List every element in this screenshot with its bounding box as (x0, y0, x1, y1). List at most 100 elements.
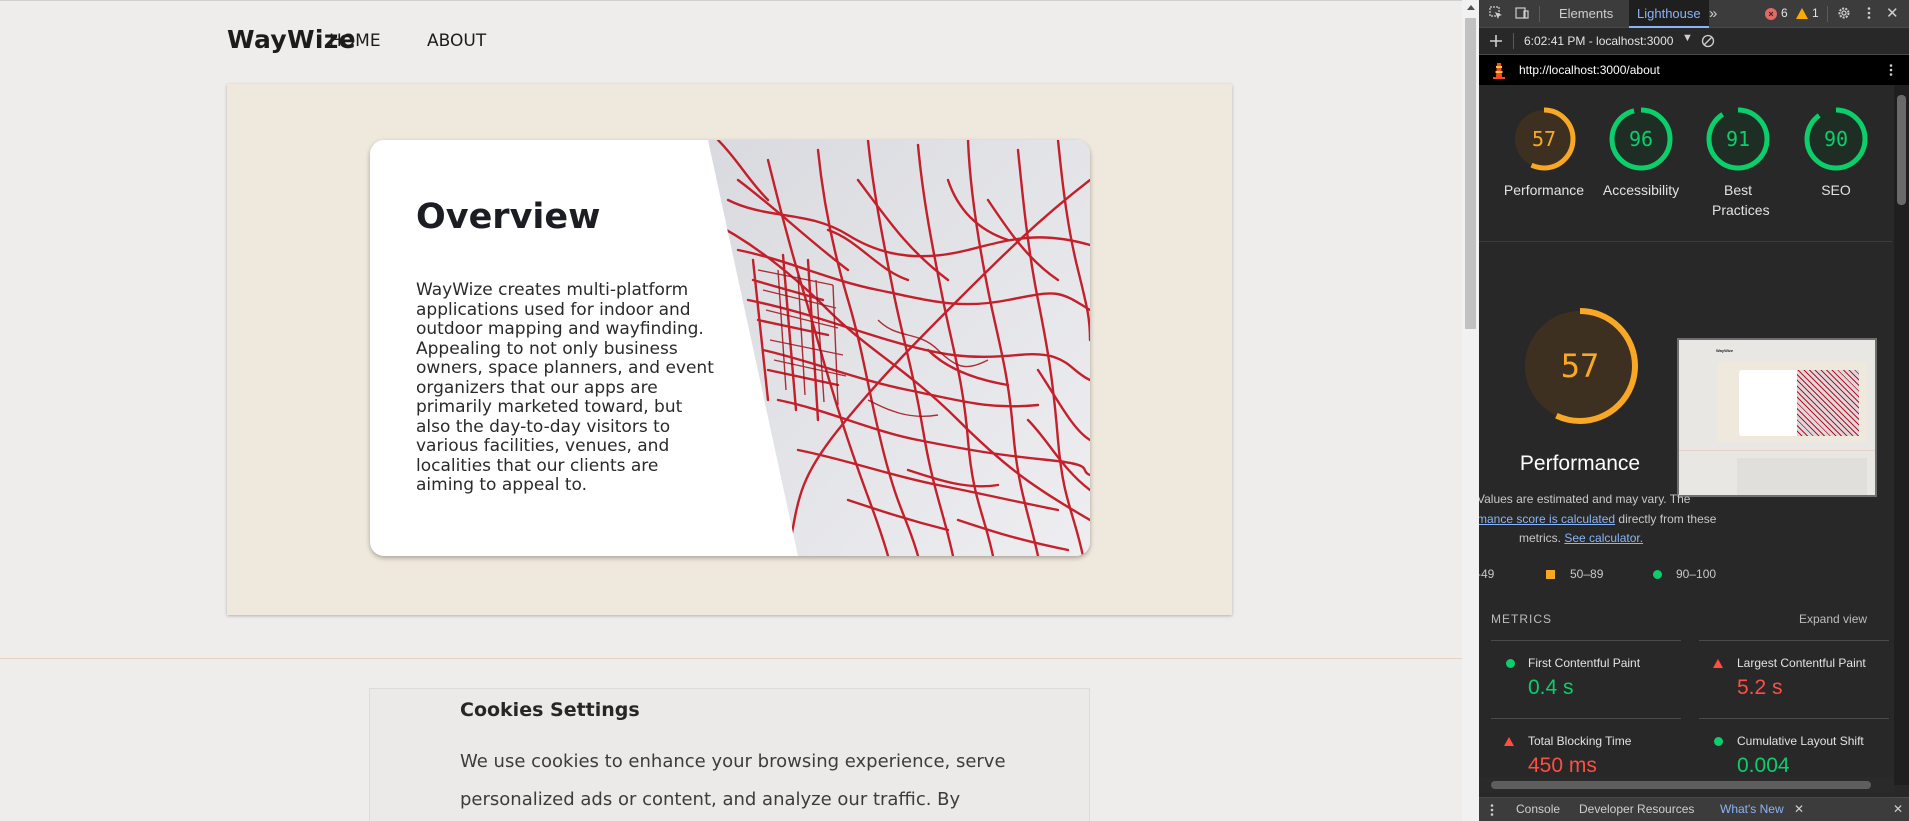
toolbar-separator (1539, 6, 1540, 22)
toolbar-separator (1827, 6, 1828, 22)
devtools-panel: Elements Lighthouse » × 6 1 ✕ 6:02:41 PM… (1479, 0, 1909, 821)
svg-text:96: 96 (1629, 127, 1653, 151)
tab-lighthouse[interactable]: Lighthouse (1629, 0, 1709, 28)
legend-average-range: 50–89 (1570, 567, 1604, 581)
cookie-settings-title: Cookies Settings (460, 699, 640, 721)
inspect-element-icon[interactable] (1489, 6, 1503, 20)
fail-status-icon (1504, 737, 1514, 746)
pass-status-icon (1506, 659, 1515, 668)
street-map-image (708, 140, 1090, 556)
page-scroll-thumb[interactable] (1465, 18, 1476, 329)
devtools-horizontal-scrollbar[interactable] (1479, 777, 1894, 793)
svg-text:91: 91 (1726, 127, 1750, 151)
page-scrollbar[interactable] (1462, 0, 1479, 821)
metric-divider (1491, 718, 1681, 719)
score-calculated-link[interactable]: mance score is calculated (1479, 512, 1615, 526)
metric-tbt-name: Total Blocking Time (1528, 734, 1632, 748)
metric-lcp-value: 5.2 s (1737, 676, 1783, 699)
hero-section: Overview WayWize creates multi-platform … (227, 84, 1232, 615)
drawer-tab-whats-new[interactable]: What's New (1720, 802, 1784, 816)
thumb-map (1797, 370, 1859, 436)
report-dropdown-icon[interactable]: ▼ (1682, 32, 1693, 44)
perf-description-line2: mance score is calculated directly from … (1479, 512, 1716, 526)
seo-gauge[interactable]: 90 (1803, 106, 1869, 172)
seo-label: SEO (1821, 182, 1851, 198)
metric-cls-value: 0.004 (1737, 754, 1790, 777)
section-separator (1479, 241, 1892, 242)
thumb-divider (1679, 450, 1875, 451)
best-practices-label: Best Practices (1712, 182, 1770, 218)
overview-card: Overview WayWize creates multi-platform … (370, 140, 1090, 556)
overview-text: WayWize creates multi-platform applicati… (416, 280, 714, 495)
metrics-header: METRICS (1491, 612, 1552, 626)
accessibility-gauge[interactable]: 96 (1608, 106, 1674, 172)
close-drawer-icon[interactable]: ✕ (1893, 802, 1903, 816)
device-toolbar-icon[interactable] (1515, 6, 1529, 20)
perf-description-rest: directly from these (1615, 512, 1717, 526)
perf-description-metrics: metrics. (1519, 531, 1561, 545)
close-devtools-icon[interactable]: ✕ (1886, 0, 1899, 28)
fail-status-icon (1713, 659, 1723, 668)
metric-fcp-name: First Contentful Paint (1528, 656, 1641, 670)
section-divider (0, 658, 1462, 659)
accessibility-label: Accessibility (1602, 182, 1680, 198)
expand-view-button[interactable]: Expand view (1799, 612, 1867, 626)
drawer-menu-icon[interactable] (1485, 803, 1499, 817)
perf-description-line3: metrics. See calculator. (1519, 531, 1643, 545)
error-count[interactable]: 6 (1781, 6, 1788, 20)
devtools-drawer-tabs: Console Developer Resources What's New ✕… (1479, 797, 1909, 821)
performance-gauge[interactable]: 57 (1511, 106, 1577, 172)
metric-tbt-value: 450 ms (1528, 754, 1597, 777)
svg-text:90: 90 (1824, 127, 1848, 151)
overview-title: Overview (416, 197, 601, 237)
devtools-hscroll-thumb[interactable] (1491, 781, 1871, 789)
nav-home[interactable]: HOME (329, 31, 381, 51)
close-whats-new-icon[interactable]: ✕ (1794, 802, 1804, 816)
cookie-settings-text: We use cookies to enhance your browsing … (460, 751, 1006, 810)
web-page: WayWize HOME ABOUT Overview WayWize crea… (0, 0, 1462, 821)
new-report-icon[interactable] (1489, 34, 1503, 48)
legend-pass-range: 90–100 (1676, 567, 1717, 581)
report-url[interactable]: http://localhost:3000/about (1519, 63, 1660, 77)
error-icon[interactable]: × (1765, 8, 1777, 20)
legend-fail-range: -49 (1479, 567, 1495, 581)
devtools-vertical-scrollbar[interactable] (1894, 85, 1909, 785)
perf-description-line1: Values are estimated and may vary. The (1479, 492, 1691, 506)
report-menu-icon[interactable] (1884, 63, 1898, 77)
report-selector[interactable]: 6:02:41 PM - localhost:3000 (1524, 34, 1673, 48)
toolbar-separator (1513, 33, 1514, 49)
scroll-up-icon[interactable] (1467, 5, 1475, 10)
devtools-scroll-thumb[interactable] (1897, 95, 1906, 205)
thumb-cookie (1737, 458, 1867, 495)
metric-lcp-name: Largest Contentful Paint (1737, 656, 1866, 670)
tab-elements[interactable]: Elements (1559, 0, 1613, 28)
cookie-settings-panel: Cookies Settings We use cookies to enhan… (369, 688, 1090, 821)
pass-status-icon (1714, 737, 1723, 746)
metric-cls-name: Cumulative Layout Shift (1737, 734, 1864, 748)
clear-reports-icon[interactable] (1701, 34, 1715, 48)
metric-divider (1699, 718, 1889, 719)
svg-text:57: 57 (1532, 127, 1556, 151)
legend-pass-icon (1653, 570, 1662, 579)
settings-gear-icon[interactable] (1837, 6, 1851, 20)
metric-divider (1491, 640, 1681, 641)
devtools-toolbar: Elements Lighthouse » × 6 1 ✕ (1479, 0, 1909, 28)
nav-about[interactable]: ABOUT (427, 31, 486, 51)
see-calculator-link[interactable]: See calculator. (1564, 531, 1643, 545)
drawer-tab-console[interactable]: Console (1516, 802, 1560, 816)
best-practices-gauge[interactable]: 91 (1705, 106, 1771, 172)
more-options-icon[interactable] (1862, 6, 1876, 20)
warning-count[interactable]: 1 (1812, 6, 1819, 20)
legend-average-icon (1546, 570, 1555, 579)
final-screenshot-thumbnail[interactable]: WayWize (1677, 338, 1877, 497)
lighthouse-logo-icon (1493, 63, 1505, 79)
lighthouse-toolbar: 6:02:41 PM - localhost:3000 ▼ (1479, 28, 1909, 55)
thumb-brand: WayWize (1716, 348, 1734, 353)
metric-fcp-value: 0.4 s (1528, 676, 1574, 699)
report-url-bar: http://localhost:3000/about (1479, 55, 1909, 85)
more-tabs-icon[interactable]: » (1709, 0, 1717, 28)
metric-divider (1699, 640, 1889, 641)
drawer-tab-developer-resources[interactable]: Developer Resources (1579, 802, 1694, 816)
svg-text:57: 57 (1561, 347, 1600, 385)
warning-icon[interactable] (1796, 8, 1808, 19)
